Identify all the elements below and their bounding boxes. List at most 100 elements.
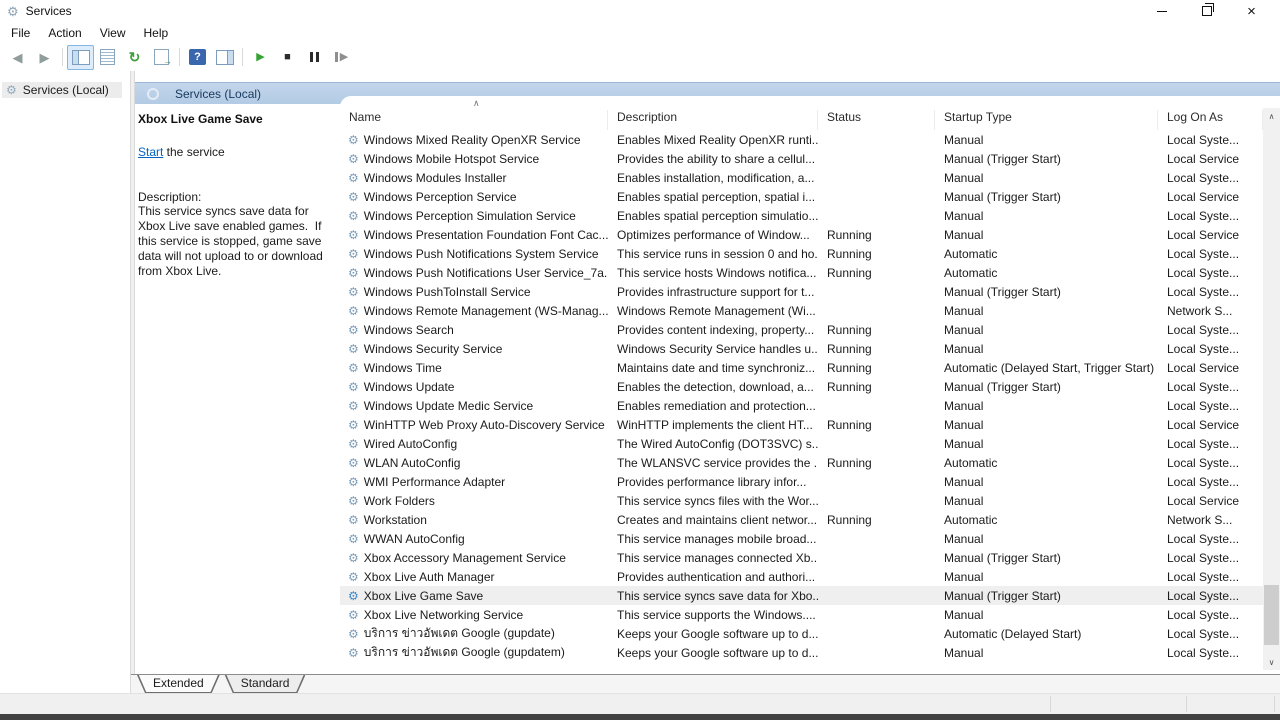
service-description-cell: Maintains date and time synchroniz... — [608, 361, 818, 375]
table-row[interactable]: ⚙Windows Security ServiceWindows Securit… — [340, 339, 1263, 358]
service-name-cell: ⚙Xbox Accessory Management Service — [340, 551, 608, 565]
service-startup-type-cell: Manual — [935, 323, 1158, 337]
service-logon-cell: Local Syste... — [1158, 209, 1263, 223]
close-button[interactable]: × — [1229, 0, 1274, 22]
service-name-cell: ⚙WinHTTP Web Proxy Auto-Discovery Servic… — [340, 418, 608, 432]
column-header-startup-type[interactable]: Startup Type — [935, 110, 1158, 130]
services-list: ∧ Name Description Status Startup Type L… — [340, 96, 1280, 674]
properties-button[interactable] — [94, 45, 121, 70]
back-button[interactable]: ◀ — [4, 45, 31, 70]
service-name-cell: ⚙Windows Remote Management (WS-Manag... — [340, 304, 608, 318]
restore-button[interactable] — [1184, 0, 1229, 22]
service-description-cell: This service runs in session 0 and ho... — [608, 247, 818, 261]
start-service-button[interactable]: ▶ — [247, 45, 274, 70]
service-gear-icon: ⚙ — [348, 609, 359, 621]
service-name-cell: ⚙Windows PushToInstall Service — [340, 285, 608, 299]
toolbar-separator — [62, 48, 63, 66]
status-bar-separator — [1050, 696, 1051, 712]
menu-view[interactable]: View — [91, 24, 135, 42]
column-header-name[interactable]: Name — [340, 110, 608, 130]
table-row[interactable]: ⚙Xbox Live Auth ManagerProvides authenti… — [340, 567, 1263, 586]
service-name: Windows Update — [364, 380, 455, 394]
service-name: Windows Perception Service — [364, 190, 517, 204]
service-name-cell: ⚙Windows Time — [340, 361, 608, 375]
table-row[interactable]: ⚙Windows Remote Management (WS-Manag...W… — [340, 301, 1263, 320]
help-button[interactable]: ? — [184, 45, 211, 70]
service-startup-type-cell: Manual — [935, 437, 1158, 451]
table-row[interactable]: ⚙Windows Perception Simulation ServiceEn… — [340, 206, 1263, 225]
table-row[interactable]: ⚙บริการ ข่าวอัพเดต Google (gupdatem)Keep… — [340, 643, 1263, 662]
tab-standard[interactable]: Standard — [225, 675, 306, 693]
stop-service-button[interactable]: ■ — [274, 45, 301, 70]
service-name: Windows Mixed Reality OpenXR Service — [364, 133, 581, 147]
table-row[interactable]: ⚙Wired AutoConfigThe Wired AutoConfig (D… — [340, 434, 1263, 453]
column-header-description[interactable]: Description — [608, 110, 818, 130]
restart-service-button[interactable]: ▶ — [328, 45, 355, 70]
table-row[interactable]: ⚙Windows Push Notifications System Servi… — [340, 244, 1263, 263]
table-row[interactable]: ⚙WWAN AutoConfigThis service manages mob… — [340, 529, 1263, 548]
service-name-cell: ⚙Windows Push Notifications System Servi… — [340, 247, 608, 261]
table-row[interactable]: ⚙WinHTTP Web Proxy Auto-Discovery Servic… — [340, 415, 1263, 434]
table-row[interactable]: ⚙Xbox Accessory Management ServiceThis s… — [340, 548, 1263, 567]
service-gear-icon: ⚙ — [348, 590, 359, 602]
pause-service-button[interactable] — [301, 45, 328, 70]
menu-file[interactable]: File — [2, 24, 39, 42]
start-service-line: Start the service — [138, 145, 341, 159]
tab-extended[interactable]: Extended — [137, 675, 220, 693]
service-gear-icon: ⚙ — [348, 495, 359, 507]
refresh-button[interactable]: ↻ — [121, 45, 148, 70]
table-row[interactable]: ⚙Work FoldersThis service syncs files wi… — [340, 491, 1263, 510]
service-gear-icon: ⚙ — [348, 533, 359, 545]
service-status-cell: Running — [818, 342, 935, 356]
menu-help[interactable]: Help — [135, 24, 178, 42]
table-row[interactable]: ⚙Xbox Live Game SaveThis service syncs s… — [340, 586, 1263, 605]
service-startup-type-cell: Automatic — [935, 513, 1158, 527]
table-row[interactable]: ⚙WLAN AutoConfigThe WLANSVC service prov… — [340, 453, 1263, 472]
table-row[interactable]: ⚙Windows Mobile Hotspot ServiceProvides … — [340, 149, 1263, 168]
list-rows: ⚙ Windows Mixed Reality OpenXR Service Ena… — [340, 130, 1263, 674]
show-action-pane-button[interactable] — [211, 45, 238, 70]
service-startup-type-cell: Manual (Trigger Start) — [935, 589, 1158, 603]
service-startup-type-cell: Manual — [935, 342, 1158, 356]
table-row[interactable]: ⚙Windows UpdateEnables the detection, do… — [340, 377, 1263, 396]
table-row[interactable]: ⚙Windows Mixed Reality OpenXR ServiceEna… — [340, 130, 1263, 149]
service-name: Xbox Live Networking Service — [364, 608, 523, 622]
table-row[interactable]: ⚙Windows PushToInstall ServiceProvides i… — [340, 282, 1263, 301]
service-logon-cell: Local Syste... — [1158, 570, 1263, 584]
service-gear-icon: ⚙ — [348, 172, 359, 184]
start-service-link[interactable]: Start — [138, 145, 163, 159]
table-row[interactable]: ⚙Xbox Live Networking ServiceThis servic… — [340, 605, 1263, 624]
vertical-scrollbar[interactable]: ∧ ∨ — [1263, 108, 1280, 670]
table-row[interactable]: ⚙WorkstationCreates and maintains client… — [340, 510, 1263, 529]
service-gear-icon: ⚙ — [348, 400, 359, 412]
table-row[interactable]: ⚙Windows Presentation Foundation Font Ca… — [340, 225, 1263, 244]
show-console-tree-button[interactable] — [67, 45, 94, 70]
service-startup-type-cell: Manual (Trigger Start) — [935, 380, 1158, 394]
service-name-cell: ⚙Windows Perception Simulation Service — [340, 209, 608, 223]
table-row[interactable]: ⚙Windows Perception ServiceEnables spati… — [340, 187, 1263, 206]
scroll-up-icon[interactable]: ∧ — [1263, 108, 1280, 124]
service-name-cell: ⚙Windows Update — [340, 380, 608, 394]
menu-action[interactable]: Action — [39, 24, 90, 42]
scrollbar-thumb[interactable] — [1264, 585, 1279, 645]
service-startup-type-cell: Manual (Trigger Start) — [935, 285, 1158, 299]
table-row[interactable]: ⚙Windows Modules InstallerEnables instal… — [340, 168, 1263, 187]
export-list-button[interactable]: → — [148, 45, 175, 70]
service-description-cell: Enables spatial perception, spatial i... — [608, 190, 818, 204]
scroll-down-icon[interactable]: ∨ — [1263, 654, 1280, 670]
column-header-log-on-as[interactable]: Log On As — [1158, 110, 1263, 130]
table-row[interactable]: ⚙WMI Performance AdapterProvides perform… — [340, 472, 1263, 491]
table-row[interactable]: ⚙Windows SearchProvides content indexing… — [340, 320, 1263, 339]
toolbar: ◀ ▶ ↻ → ? ▶ ■ ▶ — [0, 43, 1280, 72]
table-row[interactable]: ⚙Windows Update Medic ServiceEnables rem… — [340, 396, 1263, 415]
minimize-button[interactable] — [1139, 0, 1184, 22]
table-row[interactable]: ⚙Windows Push Notifications User Service… — [340, 263, 1263, 282]
list-header: Name Description Status Startup Type Log… — [340, 96, 1280, 130]
forward-button[interactable]: ▶ — [31, 45, 58, 70]
column-header-status[interactable]: Status — [818, 110, 935, 130]
tree-item-services-local[interactable]: ⚙ Services (Local) — [2, 82, 122, 98]
table-row[interactable]: ⚙Windows TimeMaintains date and time syn… — [340, 358, 1263, 377]
service-gear-icon: ⚙ — [348, 362, 359, 374]
service-gear-icon: ⚙ — [348, 628, 359, 640]
table-row[interactable]: ⚙บริการ ข่าวอัพเดต Google (gupdate)Keeps… — [340, 624, 1263, 643]
